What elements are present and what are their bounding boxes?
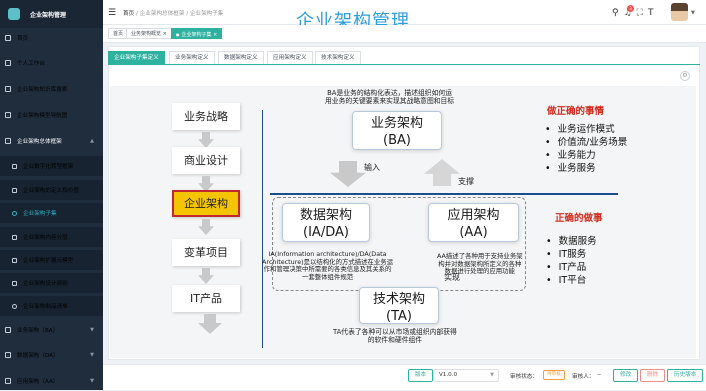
ba-description: BA是业务的结构化表达，描述组织如何运 用业务的关键要素来实现其战略意图和目标: [325, 89, 455, 105]
sidebar-item-model-nav[interactable]: 企业架构模型导航图: [0, 105, 103, 125]
home-icon: [5, 35, 11, 41]
chevron-down-icon: ▼: [90, 352, 94, 358]
list-item: 业务服务: [545, 162, 627, 175]
document-icon: [12, 163, 17, 169]
chevron-down-icon: ▼: [90, 327, 94, 333]
breadcrumb-home[interactable]: 首页: [123, 11, 134, 17]
sidebar-item-framework[interactable]: 企业架构总体框架 ▲: [0, 131, 103, 151]
support-label: 支撑: [458, 177, 474, 186]
apps-icon: [5, 378, 11, 384]
box-data-architecture: 数据架构 (IA/DA): [282, 203, 370, 242]
tag-home[interactable]: 首页: [108, 28, 129, 39]
logo-icon: [8, 8, 20, 20]
sidebar-item-search[interactable]: 企业架构知识库搜索: [0, 79, 103, 99]
box-business-strategy: 业务战略: [172, 103, 240, 130]
external-link-icon: [12, 280, 17, 286]
sidebar-item-metamodel[interactable]: 企业架构扩展元模型: [0, 250, 103, 270]
fullscreen-icon[interactable]: ⛶: [637, 8, 643, 18]
box-business-architecture: 业务架构 (BA): [352, 111, 442, 150]
do-things-right-title: 正确的做事: [555, 213, 603, 224]
input-label: 输入: [364, 163, 380, 172]
do-things-right-list: 数据服务 IT服务 IT产品 IT平台: [546, 235, 597, 287]
star-icon: [5, 60, 11, 66]
list-item: 数据服务: [546, 235, 597, 248]
chevron-down-icon: ▼: [90, 378, 94, 384]
edit-button[interactable]: 修改: [613, 369, 639, 382]
delete-button[interactable]: 删除: [640, 369, 666, 382]
font-size-icon[interactable]: T: [648, 8, 654, 18]
menu-toggle-icon[interactable]: ☰: [108, 8, 116, 18]
do-right-things-list: 业务运作模式 价值流/业务场景 业务能力 业务服务: [545, 123, 628, 175]
do-right-things-title: 做正确的事情: [547, 106, 605, 117]
tab-aa-definition[interactable]: 应用架构定义: [267, 51, 313, 65]
sidebar-item-content-layers[interactable]: 企业架构内容分层: [0, 227, 103, 247]
chevron-down-icon: ▼: [490, 372, 494, 378]
list-item: 业务能力: [545, 149, 627, 162]
ta-description: TA代表了各种可以从市场或组织内部获得 的软件和硬件组件: [333, 328, 457, 344]
sidebar-item-home[interactable]: 首页: [0, 28, 103, 48]
list-item: 业务运作模式: [545, 123, 627, 136]
sidebar-item-digital-transform[interactable]: 企业数字化转型框架: [0, 156, 103, 176]
box-technology-architecture: 技术架构 (TA): [359, 287, 439, 324]
tab-ta-definition[interactable]: 技术架构定义: [315, 51, 361, 65]
list-item: IT产品: [546, 261, 597, 274]
breadcrumb-framework[interactable]: 企业架构总体框架: [140, 11, 185, 17]
refresh-icon: [12, 303, 17, 309]
sidebar-item-artifacts[interactable]: 企业架构制品清单: [0, 296, 103, 316]
version-button[interactable]: 版本: [408, 369, 434, 382]
history-button[interactable]: 历史版本: [667, 369, 704, 382]
box-it-product: IT产品: [172, 285, 240, 312]
auditor-value: --: [597, 372, 602, 378]
auditor-label: 审核人：: [572, 374, 595, 380]
avatar[interactable]: [671, 3, 688, 21]
sidebar-item-aa[interactable]: 应用架构（AA） ▼: [0, 371, 103, 391]
search-icon: [5, 86, 11, 92]
tag-ba-overview[interactable]: 业务架构概览 ×: [126, 28, 172, 39]
separator-horizontal: [270, 193, 618, 195]
sidebar-item-subset[interactable]: 企业架构子集: [0, 203, 103, 223]
box-application-architecture: 应用架构 (AA): [428, 203, 519, 242]
sidebar-item-ba[interactable]: 业务架构（BA） ▼: [0, 320, 103, 340]
list-item: IT平台: [546, 274, 597, 287]
tab-da-definition[interactable]: 数据架构定义: [218, 51, 264, 65]
tag-subset[interactable]: 企业架构子集 ×: [171, 28, 223, 39]
breadcrumb-current: 企业架构子集: [189, 11, 224, 17]
separator-vertical: [262, 110, 263, 348]
caret-down-icon[interactable]: ▼: [691, 10, 695, 16]
breadcrumb: 首页 / 企业架构总体框架 / 企业架构子集: [123, 11, 224, 17]
audit-status-label: 审核状态：: [510, 374, 538, 380]
settings-icon[interactable]: ⚙: [680, 71, 690, 81]
status-badge: 待审核: [543, 370, 565, 380]
box-business-design: 商业设计: [172, 147, 240, 174]
tab-ba-definition[interactable]: 业务架构定义: [169, 51, 215, 65]
building-icon: [5, 138, 11, 144]
box-change-project: 变革项目: [172, 239, 240, 266]
tab-subset-definition[interactable]: 企业架构子集定义: [108, 51, 165, 65]
sidebar-item-design-principles[interactable]: 企业架构设计原则: [0, 273, 103, 293]
book-icon: [5, 327, 11, 333]
send-icon: [12, 187, 17, 193]
database-icon: [5, 352, 11, 358]
notification-badge: 3: [627, 5, 634, 12]
search-icon[interactable]: ⚲: [612, 8, 619, 18]
app-logo[interactable]: 企业架构管理: [0, 0, 103, 28]
chevron-up-icon: ▲: [90, 138, 94, 144]
sidebar-item-definition-value[interactable]: 企业架构的定义和价值: [0, 180, 103, 200]
list-item: IT服务: [546, 248, 597, 261]
sidebar-item-workbench[interactable]: 个人工作台: [0, 53, 103, 73]
header-tools: ⚲ ♫ ⛶ T: [612, 8, 658, 18]
copy-icon: [12, 234, 17, 240]
sidebar-item-da[interactable]: 数据架构（DA） ▼: [0, 345, 103, 365]
ia-description: IA(Information architecture)/DA(Data Arc…: [262, 250, 394, 281]
circle-icon: [12, 210, 17, 216]
columns-icon: [12, 257, 17, 263]
realize-label: 实现: [444, 273, 460, 282]
version-select[interactable]: V1.0.0 ▼: [433, 369, 499, 382]
app-name: 企业架构管理: [30, 11, 67, 19]
send-icon: [5, 112, 11, 118]
list-item: 价值流/业务场景: [545, 136, 628, 149]
box-enterprise-architecture: 企业架构: [172, 190, 240, 217]
